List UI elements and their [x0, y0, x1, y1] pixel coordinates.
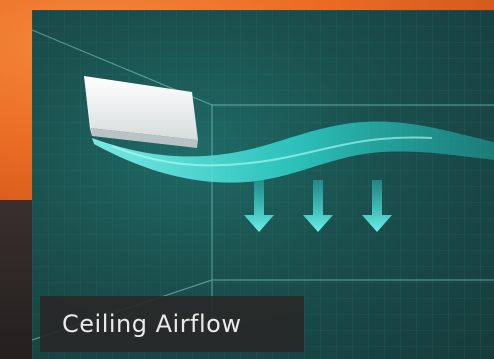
caption-label: Ceiling Airflow [62, 310, 242, 338]
caption-box: Ceiling Airflow [40, 296, 304, 352]
